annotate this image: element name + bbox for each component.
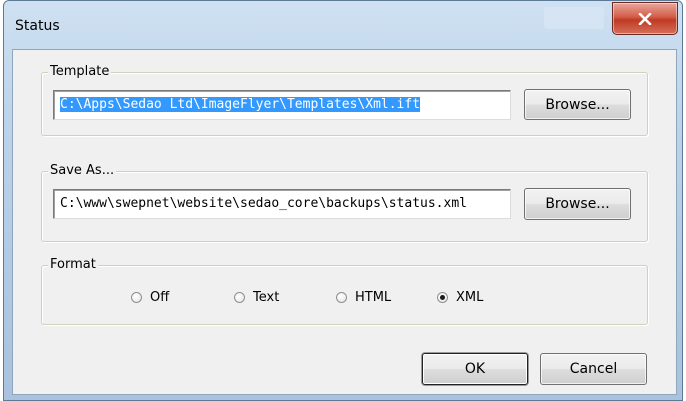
format-group: Format Off Text HTML XML: [41, 257, 648, 325]
format-radio-xml-label: XML: [456, 290, 484, 305]
ok-button[interactable]: OK: [422, 353, 528, 385]
save-as-path-text: C:\www\swepnet\website\sedao_core\backup…: [60, 196, 467, 211]
template-path-text: C:\Apps\Sedao Ltd\ImageFlyer\Templates\X…: [60, 97, 421, 112]
format-radio-html[interactable]: HTML: [336, 290, 391, 305]
template-path-field[interactable]: C:\Apps\Sedao Ltd\ImageFlyer\Templates\X…: [53, 90, 511, 120]
format-group-label: Format: [48, 257, 98, 273]
close-icon: [638, 12, 652, 25]
format-radio-text[interactable]: Text: [234, 290, 279, 305]
radio-on-icon: [437, 292, 448, 303]
template-browse-button[interactable]: Browse...: [524, 89, 631, 120]
format-radio-xml[interactable]: XML: [437, 290, 483, 305]
title-bar[interactable]: Status: [4, 1, 682, 49]
window-title: Status: [15, 18, 60, 34]
template-group: Template C:\Apps\Sedao Ltd\ImageFlyer\Te…: [41, 64, 648, 136]
dialog-body: Template C:\Apps\Sedao Ltd\ImageFlyer\Te…: [12, 49, 677, 395]
radio-off-icon: [336, 292, 347, 303]
save-as-group: Save As... C:\www\swepnet\website\sedao_…: [41, 163, 648, 242]
cancel-button[interactable]: Cancel: [540, 353, 647, 385]
radio-off-icon: [131, 292, 142, 303]
status-dialog: Status Template C:\Apps\Sedao Ltd\ImageF…: [3, 0, 683, 401]
format-radio-html-label: HTML: [355, 290, 392, 305]
background-window-ghost: [544, 7, 604, 29]
format-radio-off[interactable]: Off: [131, 290, 169, 305]
format-radio-text-label: Text: [253, 290, 280, 305]
format-radio-off-label: Off: [150, 290, 170, 305]
save-as-group-label: Save As...: [48, 163, 117, 179]
save-as-browse-button[interactable]: Browse...: [524, 188, 631, 220]
close-button[interactable]: [612, 2, 678, 35]
save-as-path-field[interactable]: C:\www\swepnet\website\sedao_core\backup…: [53, 189, 511, 219]
radio-off-icon: [234, 292, 245, 303]
template-group-label: Template: [48, 64, 112, 80]
